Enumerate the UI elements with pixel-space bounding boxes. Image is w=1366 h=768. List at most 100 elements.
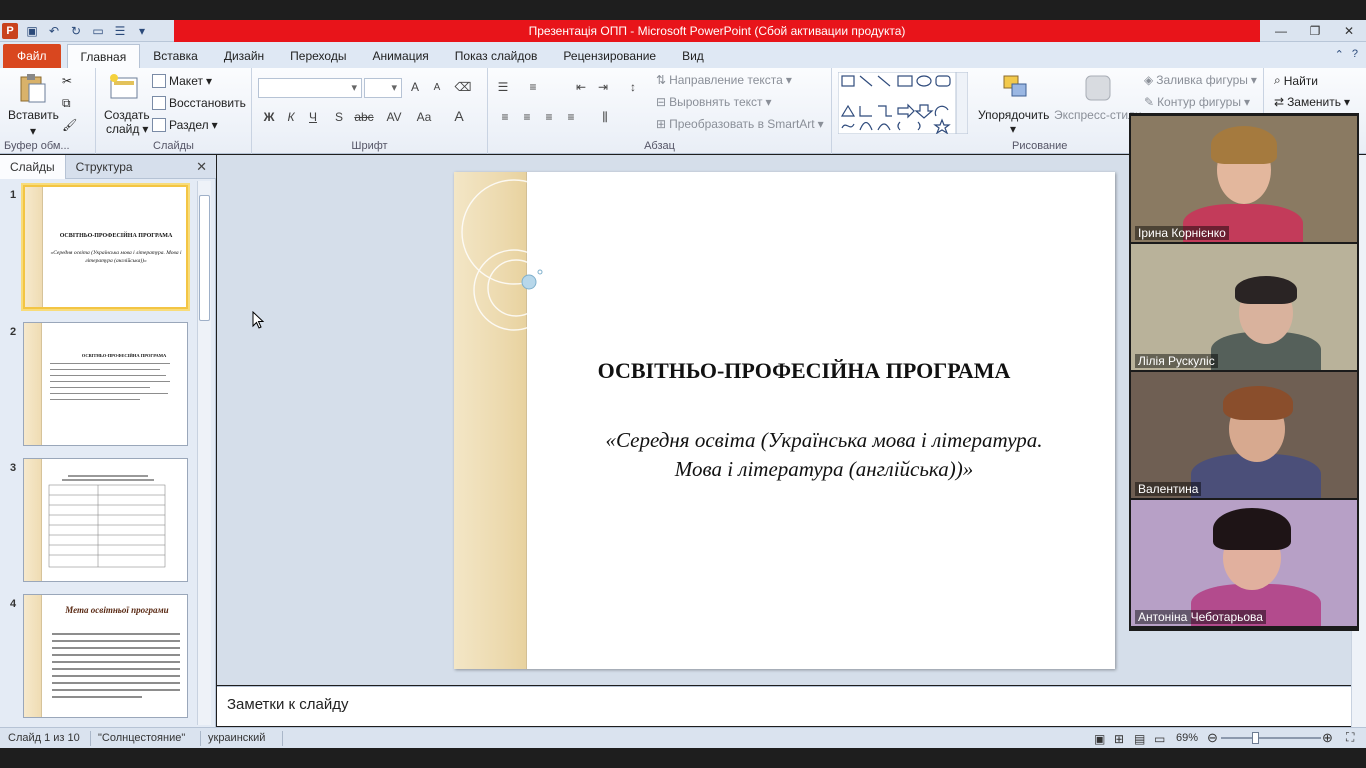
char-spacing-button[interactable]: AV	[382, 110, 406, 124]
decrease-indent-icon[interactable]: ⇤	[572, 80, 590, 94]
grow-font-button[interactable]: A	[406, 80, 424, 94]
slide-thumbnail-2[interactable]: 2 ОСВІТНЬО-ПРОФЕСІЙНА ПРОГРАМА	[0, 322, 196, 452]
save-icon[interactable]: ▣	[24, 23, 40, 39]
close-icon[interactable]: ✕	[1332, 20, 1366, 42]
smartart-button[interactable]: ⊞ Преобразовать в SmartArt ▾	[656, 117, 824, 131]
zoom-in-icon[interactable]: ⊕	[1322, 730, 1333, 746]
arrange-button[interactable]: Упорядочить	[978, 108, 1049, 122]
cut-icon[interactable]: ✂	[62, 74, 72, 88]
quick-styles-icon[interactable]	[1082, 72, 1114, 104]
section-button[interactable]: Раздел ▾	[152, 118, 218, 132]
slides-pane-scrollbar[interactable]	[197, 181, 211, 725]
slide-sorter-icon[interactable]: ⊞	[1114, 732, 1124, 746]
slide-thumbnail-1[interactable]: 1 ОСВІТНЬО-ПРОФЕСІЙНА ПРОГРАМА «Середня …	[0, 185, 196, 315]
minimize-ribbon-icon[interactable]: ⌃	[1335, 48, 1344, 61]
new-slide-label: слайд	[106, 122, 140, 136]
slide-title[interactable]: ОСВІТНЬО-ПРОФЕСІЙНА ПРОГРАМА	[554, 358, 1054, 384]
text-direction-label: Направление текста	[669, 73, 783, 87]
font-size-combo[interactable]: ▾	[364, 78, 402, 98]
columns-icon[interactable]: ⫼	[596, 110, 614, 125]
normal-view-icon[interactable]: ▣	[1094, 732, 1105, 746]
slideshow-icon[interactable]: ▭	[1154, 732, 1165, 746]
tab-slides[interactable]: Слайды	[0, 155, 66, 179]
change-case-button[interactable]: Aa	[412, 110, 436, 124]
zoom-level[interactable]: 69%	[1176, 732, 1198, 744]
align-left-icon[interactable]: ≡	[496, 110, 514, 124]
zoom-slider-handle[interactable]	[1252, 732, 1259, 744]
format-painter-icon[interactable]: 🖌	[62, 118, 77, 132]
tab-view[interactable]: Вид	[669, 44, 717, 68]
new-slide-qat-icon[interactable]: ▭	[90, 23, 106, 39]
fit-to-window-icon[interactable]: ⛶	[1346, 730, 1354, 745]
tab-insert[interactable]: Вставка	[140, 44, 211, 68]
strikethrough-button[interactable]: abc	[352, 110, 376, 124]
current-slide[interactable]: ОСВІТНЬО-ПРОФЕСІЙНА ПРОГРАМА «Середня ос…	[454, 172, 1115, 669]
increase-indent-icon[interactable]: ⇥	[594, 80, 612, 94]
paste-button[interactable]: Вставить	[8, 108, 59, 122]
restore-icon[interactable]: ❐	[1298, 20, 1332, 42]
layout-qat-icon[interactable]: ☰	[112, 23, 128, 39]
line-spacing-icon[interactable]: ↕	[624, 80, 642, 94]
layout-button[interactable]: Макет ▾	[152, 74, 212, 88]
tab-design[interactable]: Дизайн	[211, 44, 277, 68]
zoom-slider[interactable]	[1221, 737, 1321, 739]
powerpoint-logo-icon[interactable]: P	[2, 23, 18, 39]
new-slide-button-line2[interactable]: слайд ▾	[106, 122, 148, 136]
text-direction-button[interactable]: ⇅ Направление текста ▾	[656, 73, 792, 87]
align-center-icon[interactable]: ≡	[518, 110, 536, 124]
tab-animation[interactable]: Анимация	[359, 44, 441, 68]
find-button[interactable]: ⌕ Найти	[1274, 73, 1318, 88]
italic-button[interactable]: К	[282, 110, 300, 124]
participant-tile-2[interactable]: Лілія Рускуліс	[1131, 244, 1357, 370]
font-color-button[interactable]: A	[450, 108, 468, 124]
shrink-font-button[interactable]: A	[428, 82, 446, 93]
font-family-combo[interactable]: ▾	[258, 78, 362, 98]
shape-fill-button[interactable]: ◈ Заливка фигуры ▾	[1144, 73, 1257, 87]
minimize-icon[interactable]: —	[1264, 20, 1298, 42]
align-right-icon[interactable]: ≡	[540, 110, 558, 124]
section-icon	[152, 118, 166, 132]
reading-view-icon[interactable]: ▤	[1134, 732, 1145, 746]
numbering-icon[interactable]: ≡	[524, 80, 542, 94]
reset-button[interactable]: Восстановить	[152, 96, 246, 110]
slide-thumbnail-4[interactable]: 4 Мета освітньої програми	[0, 594, 196, 724]
shapes-gallery[interactable]	[838, 72, 968, 134]
arrange-dropdown-icon[interactable]: ▾	[1010, 122, 1016, 136]
bullets-icon[interactable]: ☰	[494, 80, 512, 94]
copy-icon[interactable]: ⧉	[62, 96, 71, 111]
customize-qat-icon[interactable]: ▾	[134, 23, 150, 39]
participant-tile-3[interactable]: Валентина	[1131, 372, 1357, 498]
tab-home[interactable]: Главная	[66, 44, 141, 68]
language-indicator[interactable]: украинский	[208, 732, 265, 744]
new-slide-button[interactable]: Создать	[104, 108, 150, 122]
thumb-subtitle: «Середня освіта (Українська мова і літер…	[50, 250, 182, 264]
tab-review[interactable]: Рецензирование	[550, 44, 669, 68]
align-text-button[interactable]: ⊟ Выровнять текст ▾	[656, 95, 772, 109]
arrange-icon[interactable]	[1000, 72, 1032, 104]
zoom-out-icon[interactable]: ⊖	[1207, 730, 1218, 746]
scrollbar-thumb[interactable]	[199, 195, 210, 321]
clear-format-icon[interactable]: ⌫	[454, 80, 472, 94]
undo-icon[interactable]: ↶	[46, 23, 62, 39]
new-slide-icon[interactable]	[108, 72, 140, 104]
tab-outline[interactable]: Структура	[66, 155, 143, 179]
tab-file[interactable]: Файл	[3, 44, 61, 68]
tab-slideshow[interactable]: Показ слайдов	[442, 44, 551, 68]
replace-button[interactable]: ⇄ Заменить ▾	[1274, 95, 1350, 109]
slide-subtitle[interactable]: «Середня освіта (Українська мова і літер…	[564, 426, 1084, 484]
underline-button[interactable]: Ч	[304, 110, 322, 124]
tab-transitions[interactable]: Переходы	[277, 44, 359, 68]
justify-icon[interactable]: ≡	[562, 110, 580, 124]
bold-button[interactable]: Ж	[260, 110, 278, 124]
redo-icon[interactable]: ↻	[68, 23, 84, 39]
paste-icon[interactable]	[16, 72, 48, 104]
paste-dropdown-icon[interactable]: ▾	[30, 124, 36, 138]
shape-outline-button[interactable]: ✎ Контур фигуры ▾	[1144, 95, 1250, 109]
shadow-button[interactable]: S	[330, 110, 348, 124]
close-pane-icon[interactable]: ✕	[196, 159, 207, 175]
participant-tile-1[interactable]: Ірина Корнієнко	[1131, 116, 1357, 242]
participant-tile-4[interactable]: Антоніна Чеботарьова	[1131, 500, 1357, 626]
help-icon[interactable]: ?	[1352, 48, 1358, 61]
notes-pane[interactable]: Заметки к слайду	[217, 686, 1351, 726]
slide-thumbnail-3[interactable]: 3	[0, 458, 196, 588]
